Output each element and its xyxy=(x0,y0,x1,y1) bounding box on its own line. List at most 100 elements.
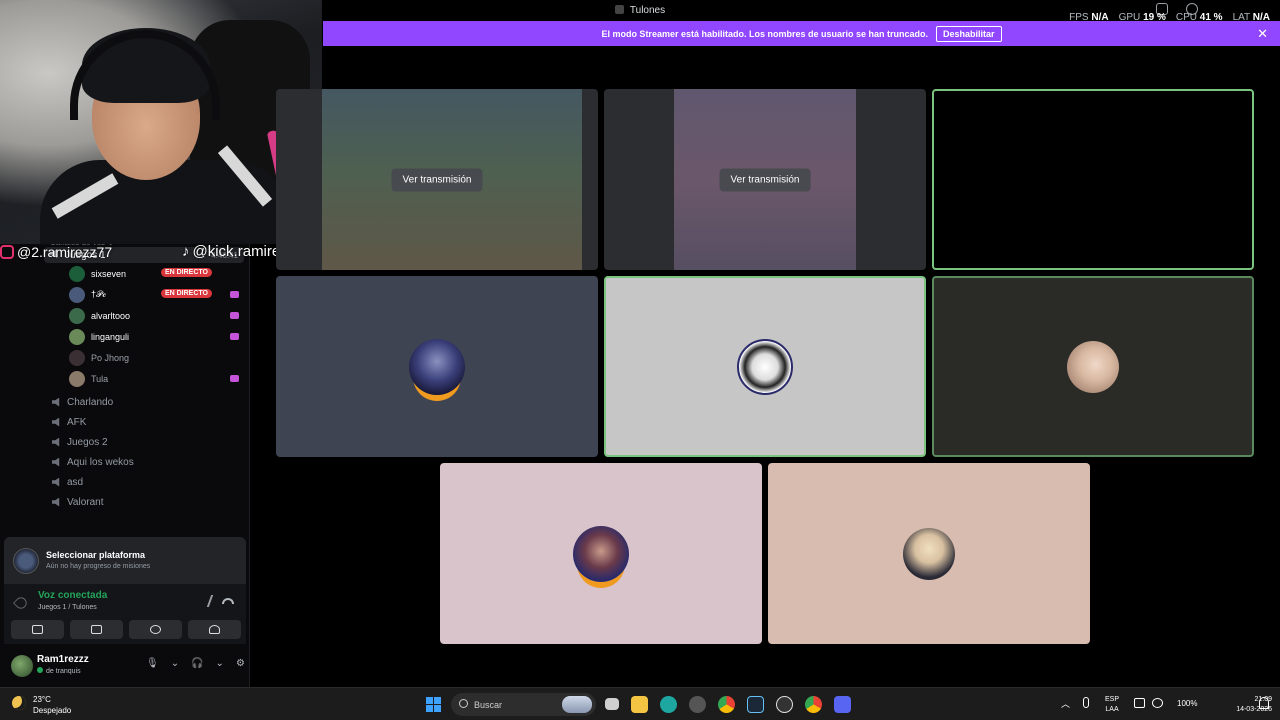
voice-channel-list: Canales de voz ⌄ Juegos 1 4:46:41 sixsev… xyxy=(44,238,244,512)
voice-channel[interactable]: Valorant xyxy=(44,492,244,512)
avatar xyxy=(1067,340,1119,393)
channel-member[interactable]: Po Jhong xyxy=(44,347,244,368)
microphone-icon[interactable]: 🎙 xyxy=(146,658,159,669)
display-icon[interactable] xyxy=(1134,698,1145,708)
avatar xyxy=(69,307,85,324)
chevron-down-icon[interactable]: ⌄ xyxy=(216,658,224,669)
live-badge: EN DIRECTO xyxy=(160,289,212,298)
streamer-mode-banner: El modo Streamer está habilitado. Los no… xyxy=(323,21,1280,46)
channel-name: AFK xyxy=(67,416,87,428)
search-input[interactable]: Buscar xyxy=(451,693,596,716)
moon-icon xyxy=(12,696,26,710)
share-screen-button[interactable] xyxy=(70,620,123,639)
channel-name: asd xyxy=(67,476,84,488)
watch-stream-button[interactable]: Ver transmisión xyxy=(719,168,811,191)
app-icon[interactable] xyxy=(776,696,793,713)
channel-member[interactable]: †𝒫𝒸 EN DIRECTO xyxy=(44,284,244,305)
other-voice-channels: Charlando AFK Juegos 2 Aqui los wekos asd Val… xyxy=(44,392,244,512)
username[interactable]: Ram1rezzz xyxy=(37,654,89,665)
quest-icon xyxy=(13,548,39,574)
search-highlight-image xyxy=(562,696,592,713)
close-icon[interactable]: ✕ xyxy=(1257,26,1268,42)
stream-tile[interactable]: Ver transmisión xyxy=(604,89,926,270)
chevron-down-icon[interactable]: ⌄ xyxy=(171,658,179,669)
user-status: de tranquis xyxy=(37,667,81,675)
voice-channel[interactable]: Juegos 2 xyxy=(44,432,244,452)
microphone-icon[interactable] xyxy=(1083,697,1089,708)
weather-condition: Despejado xyxy=(33,706,72,715)
channel-member[interactable]: alvarltooo xyxy=(44,305,244,326)
chrome-icon[interactable] xyxy=(805,696,822,713)
tiktok-icon: ♪ xyxy=(182,243,190,260)
discord-icon xyxy=(614,5,624,14)
participant-tile[interactable] xyxy=(932,276,1254,457)
channel-name: Aqui los wekos xyxy=(67,456,134,468)
disable-streamer-mode-button[interactable]: Deshabilitar xyxy=(936,25,1002,42)
battery-indicator[interactable]: 100% xyxy=(1177,699,1197,708)
soundboard-button[interactable] xyxy=(188,620,241,639)
app-icon[interactable] xyxy=(689,696,706,713)
participant-tile[interactable] xyxy=(440,463,762,644)
language-indicator[interactable]: ESP LAA xyxy=(1105,695,1119,715)
windows-taskbar: 23°C Despejado Buscar ︿ ESP LAA 100% 21:0… xyxy=(0,687,1280,720)
voice-channel[interactable]: asd xyxy=(44,472,244,492)
speaker-icon xyxy=(52,477,60,487)
watch-stream-button[interactable]: Ver transmisión xyxy=(391,168,483,191)
participant-tile[interactable] xyxy=(932,89,1254,270)
gear-icon[interactable]: ⚙ xyxy=(236,658,245,669)
chrome-icon[interactable] xyxy=(718,696,735,713)
taskbar-apps xyxy=(605,696,851,713)
quest-panel[interactable]: Seleccionar plataforma Aún no hay progre… xyxy=(4,537,246,584)
participant-tile[interactable] xyxy=(768,463,1090,644)
channel-name: Juegos 2 xyxy=(67,436,108,448)
signal-icon[interactable] xyxy=(13,595,29,611)
screen-share-icon xyxy=(230,312,239,319)
voice-status[interactable]: Voz conectada xyxy=(38,590,107,601)
channel-name: Charlando xyxy=(67,396,114,408)
voice-status-panel: Voz conectada Juegos 1 / Tulones xyxy=(4,584,246,644)
member-name: Po Jhong xyxy=(91,352,130,363)
disconnect-icon[interactable] xyxy=(222,598,234,604)
user-panel: Ram1rezzz de tranquis 🎙 ⌄ 🎧 ⌄ ⚙ xyxy=(4,646,246,684)
speaker-icon xyxy=(52,437,60,447)
avatar xyxy=(69,265,85,282)
avatar xyxy=(737,338,793,395)
chevron-up-icon[interactable]: ︿ xyxy=(1061,697,1070,710)
avatar xyxy=(69,370,85,387)
steam-icon[interactable] xyxy=(747,696,764,713)
avatar xyxy=(69,328,85,345)
avatar xyxy=(69,349,85,366)
task-view-icon[interactable] xyxy=(605,698,619,710)
discord-icon[interactable] xyxy=(834,696,851,713)
channel-member[interactable]: sixseven EN DIRECTO xyxy=(44,263,244,284)
channel-member[interactable]: Tula xyxy=(44,368,244,389)
file-explorer-icon[interactable] xyxy=(631,696,648,713)
speaker-icon xyxy=(52,417,60,427)
channel-member[interactable]: linganguli xyxy=(44,326,244,347)
noise-suppression-icon[interactable] xyxy=(196,595,214,607)
headphones-icon[interactable]: 🎧 xyxy=(191,658,203,669)
voice-channel[interactable]: Aqui los wekos xyxy=(44,452,244,472)
notification-icon[interactable] xyxy=(1259,697,1269,709)
volume-icon[interactable] xyxy=(1152,698,1163,708)
edge-icon[interactable] xyxy=(660,696,677,713)
channel-name: Valorant xyxy=(67,496,104,508)
participant-tile[interactable] xyxy=(276,276,598,457)
quest-title: Seleccionar plataforma xyxy=(46,550,146,560)
activities-button[interactable] xyxy=(129,620,182,639)
stream-tile[interactable]: Ver transmisión xyxy=(276,89,598,270)
instagram-handle: @2.ramirezz77 xyxy=(0,244,112,260)
speaker-icon xyxy=(52,497,60,507)
live-badge: EN DIRECTO xyxy=(160,268,212,277)
screen-share-icon xyxy=(230,375,239,382)
voice-channel[interactable]: AFK xyxy=(44,412,244,432)
screen-share-icon xyxy=(230,291,239,298)
member-name: †𝒫𝒸 xyxy=(91,289,107,299)
participant-tile[interactable] xyxy=(604,276,926,457)
user-controls: 🎙 ⌄ 🎧 ⌄ ⚙ xyxy=(146,658,245,669)
windows-start-icon[interactable] xyxy=(426,697,441,712)
avatar[interactable] xyxy=(11,655,33,677)
avatar xyxy=(409,338,465,395)
camera-button[interactable] xyxy=(11,620,64,639)
voice-channel[interactable]: Charlando xyxy=(44,392,244,412)
